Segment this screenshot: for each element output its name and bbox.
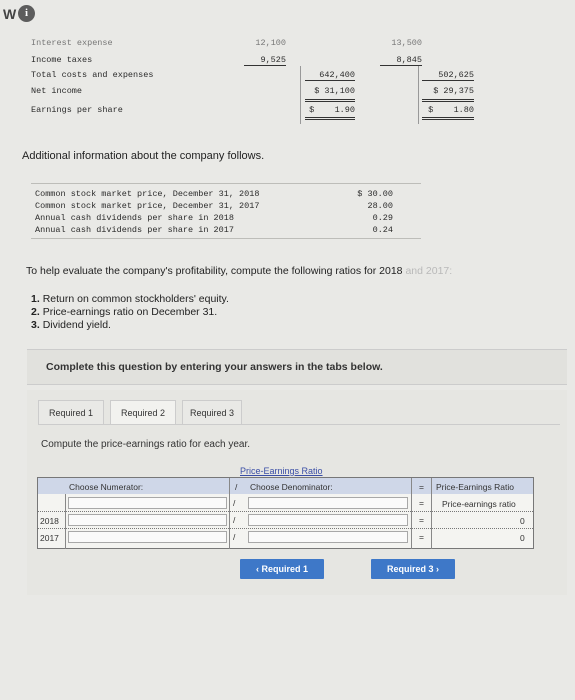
denominator-label-input[interactable] — [248, 497, 408, 509]
interest-2017: 13,500 — [391, 38, 422, 48]
column-divider — [300, 66, 301, 124]
chevron-right-icon: › — [436, 564, 440, 574]
numerator-label-input[interactable] — [68, 497, 227, 509]
additional-info-table: Common stock market price, December 31, … — [31, 183, 421, 239]
year-label: 2017 — [40, 533, 59, 543]
row-label-net-income: Net income — [31, 86, 83, 96]
list-item-text: Price-earnings ratio on December 31. — [42, 306, 218, 318]
next-required-button[interactable]: Required 3 › — [371, 559, 455, 579]
equals-sign: = — [419, 498, 424, 508]
list-item: 1. Return on common stockholders' equity… — [31, 293, 229, 306]
denominator-input-2017[interactable] — [248, 531, 408, 543]
grid-row-line — [38, 528, 533, 529]
question-intro: To help evaluate the company's profitabi… — [26, 265, 566, 277]
denominator-input-2018[interactable] — [248, 514, 408, 526]
slash-header: / — [235, 482, 238, 492]
info-icon[interactable]: i — [18, 5, 35, 22]
slash-sign: / — [233, 515, 236, 525]
row-label-interest: Interest expense — [31, 38, 113, 48]
chevron-left-icon: ‹ — [255, 564, 259, 574]
grid-col-line — [411, 478, 412, 549]
list-number: 3. — [31, 319, 40, 331]
list-item: 2. Price-earnings ratio on December 31. — [31, 306, 229, 319]
net-income-2017: $ 29,375 — [422, 86, 474, 102]
grid-col-line — [65, 494, 66, 549]
interest-2018: 12,100 — [255, 38, 286, 48]
instruction-text: Complete this question by entering your … — [46, 361, 383, 373]
list-number: 2. — [31, 306, 40, 318]
list-item-text: Return on common stockholders' equity. — [42, 293, 229, 305]
list-item: 3. Dividend yield. — [31, 319, 229, 332]
grid-col-line — [229, 478, 230, 549]
result-subheader: Price-earnings ratio — [442, 499, 516, 509]
eps-2018: $ 1.90 — [305, 105, 355, 120]
prev-button-label: Required 1 — [261, 564, 309, 574]
grid-col-line — [431, 478, 432, 549]
logo: W — [3, 6, 17, 22]
numerator-input-2018[interactable] — [68, 514, 227, 526]
info-row-value: 28.00 — [367, 201, 393, 211]
income-taxes-2018: 9,525 — [244, 55, 286, 66]
total-costs-2017: 502,625 — [422, 70, 474, 81]
tab-required-2[interactable]: Required 2 — [110, 400, 176, 425]
info-row-value: 0.24 — [372, 225, 393, 235]
instruction-compute: Compute the price-earnings ratio for eac… — [41, 439, 250, 450]
tab-divider — [38, 424, 560, 425]
info-row-label: Annual cash dividends per share in 2017 — [35, 225, 234, 235]
year-label: 2018 — [40, 516, 59, 526]
result-value-2018: 0 — [520, 516, 525, 526]
info-row-label: Common stock market price, December 31, … — [35, 201, 260, 211]
net-income-2018: $ 31,100 — [305, 86, 355, 102]
row-label-income-taxes: Income taxes — [31, 55, 93, 65]
numerator-input-2017[interactable] — [68, 531, 227, 543]
row-label-eps: Earnings per share — [31, 105, 123, 115]
table-rule — [31, 183, 421, 184]
grid-row-line — [38, 511, 533, 512]
result-header: Price-Earnings Ratio — [436, 482, 514, 492]
question-list: 1. Return on common stockholders' equity… — [31, 293, 229, 332]
prev-required-button[interactable]: ‹ Required 1 — [240, 559, 324, 579]
eps-2017: $ 1.80 — [422, 105, 474, 120]
list-item-text: Dividend yield. — [42, 319, 111, 331]
equals-header: = — [419, 482, 424, 492]
next-button-label: Required 3 — [386, 564, 434, 574]
question-intro-tail: and 2017: — [402, 265, 453, 277]
slash-sign: / — [233, 532, 236, 542]
total-costs-2018: 642,400 — [305, 70, 355, 81]
tab-required-3[interactable]: Required 3 — [182, 400, 242, 425]
income-taxes-2017: 8,845 — [380, 55, 422, 66]
list-number: 1. — [31, 293, 40, 305]
equals-sign: = — [419, 515, 424, 525]
column-divider — [418, 66, 419, 124]
row-label-total-costs: Total costs and expenses — [31, 70, 154, 80]
table-rule — [31, 238, 421, 239]
grid-title: Price-Earnings Ratio — [240, 466, 323, 476]
equals-sign: = — [419, 532, 424, 542]
numerator-header: Choose Numerator: — [69, 482, 144, 492]
info-row-value: 0.29 — [372, 213, 393, 223]
info-row-label: Annual cash dividends per share in 2018 — [35, 213, 234, 223]
denominator-header: Choose Denominator: — [250, 482, 333, 492]
tab-required-1[interactable]: Required 1 — [38, 400, 104, 425]
question-intro-text: To help evaluate the company's profitabi… — [26, 265, 403, 277]
info-row-label: Common stock market price, December 31, … — [35, 189, 260, 199]
result-value-2017: 0 — [520, 533, 525, 543]
slash-sign: / — [233, 498, 236, 508]
top-bar: W i — [0, 0, 575, 30]
info-row-value: $ 30.00 — [357, 189, 393, 199]
additional-info-title: Additional information about the company… — [22, 150, 265, 162]
instruction-banner: Complete this question by entering your … — [27, 349, 567, 385]
